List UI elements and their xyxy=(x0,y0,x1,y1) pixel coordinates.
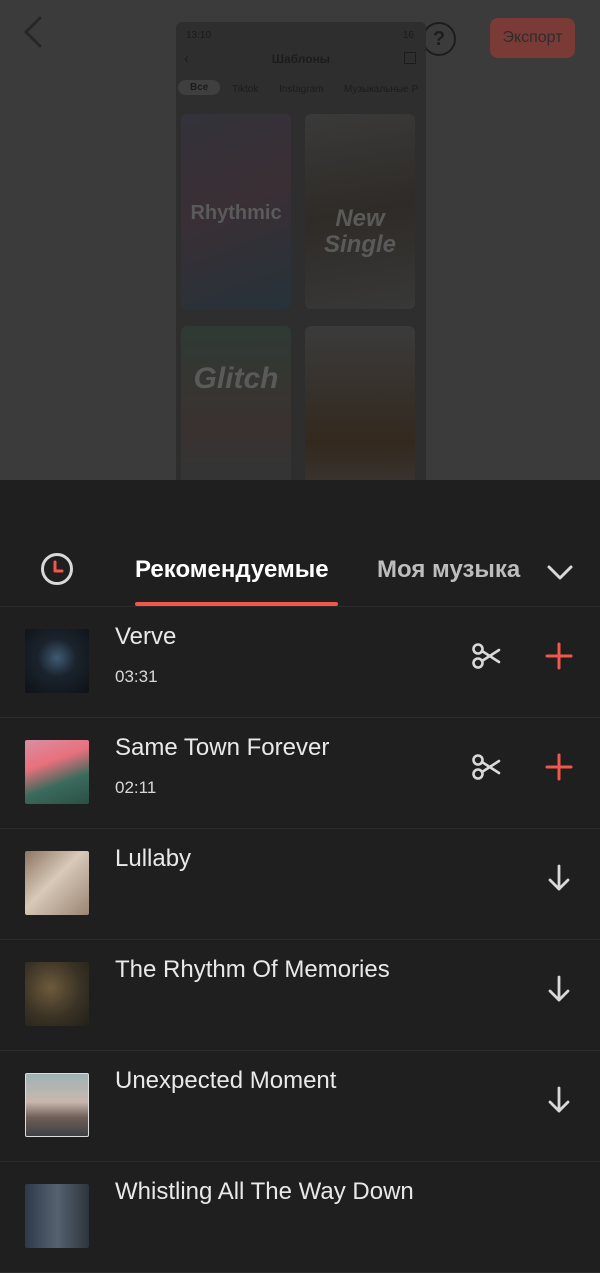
track-row[interactable]: Same Town Forever 02:11 xyxy=(0,718,600,829)
plus-icon xyxy=(545,753,573,781)
track-duration: 03:31 xyxy=(115,667,158,686)
tab-recommended[interactable]: Рекомендуемые xyxy=(135,556,329,584)
preview-title: Шаблоны xyxy=(271,52,331,66)
download-arrow-icon xyxy=(548,864,570,891)
scissors-icon xyxy=(472,754,501,780)
preview-tab-music: Музыкальные Р xyxy=(344,84,419,95)
trim-button[interactable] xyxy=(470,640,502,672)
track-title: Whistling All The Way Down xyxy=(115,1178,414,1205)
preview-tab-tiktok: Tiktok xyxy=(232,84,259,95)
track-title: Unexpected Moment xyxy=(115,1067,337,1094)
template-label: Glitch xyxy=(193,362,279,395)
status-time: 13:10 xyxy=(186,30,212,41)
download-button[interactable] xyxy=(544,862,574,894)
dimmed-editor-background[interactable]: ? Экспорт 13:10 16 ‹ Шаблоны Все Tiktok … xyxy=(0,0,600,480)
preview-tab-instagram: Instagram xyxy=(279,84,324,95)
music-tabs: Рекомендуемые Моя музыка xyxy=(0,540,600,607)
active-tab-indicator xyxy=(135,602,338,606)
chevron-left-icon xyxy=(24,16,42,48)
add-track-button[interactable] xyxy=(543,751,575,783)
track-title: Same Town Forever xyxy=(115,734,330,761)
export-button[interactable]: Экспорт xyxy=(490,18,575,58)
track-list[interactable]: Verve 03:31 Same Town Forever 02:11 Lull… xyxy=(0,607,600,1273)
album-cover xyxy=(25,629,89,693)
collapse-button[interactable] xyxy=(546,558,574,586)
template-label: Rhythmic xyxy=(190,202,282,224)
download-button[interactable] xyxy=(544,973,574,1005)
preview-tab-all: Все xyxy=(178,80,221,95)
track-title: Lullaby xyxy=(115,845,192,872)
download-arrow-icon xyxy=(548,1086,570,1113)
track-row[interactable]: Whistling All The Way Down xyxy=(0,1162,600,1273)
tab-my-music[interactable]: Моя музыка xyxy=(377,556,520,584)
download-arrow-icon xyxy=(548,975,570,1002)
status-battery: 16 xyxy=(402,30,414,41)
back-button[interactable] xyxy=(18,14,54,50)
track-title: Verve xyxy=(115,623,177,650)
music-bottom-sheet: Рекомендуемые Моя музыка Verve 03:31 Sam… xyxy=(0,480,600,1273)
clock-icon xyxy=(41,553,73,585)
template-label: New Single xyxy=(323,205,396,258)
scissors-icon xyxy=(472,643,501,669)
track-row[interactable]: Lullaby xyxy=(0,829,600,940)
folder-icon xyxy=(404,52,416,64)
track-row[interactable]: The Rhythm Of Memories xyxy=(0,940,600,1051)
track-row[interactable]: Unexpected Moment xyxy=(0,1051,600,1162)
album-cover xyxy=(25,1184,89,1248)
template-tile: Rhythmic xyxy=(181,114,291,309)
template-tile: Glitch xyxy=(181,326,291,480)
album-cover xyxy=(25,851,89,915)
preview-tabs: Все Tiktok Instagram Музыкальные Р xyxy=(176,80,426,102)
status-bar: 13:10 16 xyxy=(186,30,416,44)
album-cover xyxy=(25,740,89,804)
track-row[interactable]: Verve 03:31 xyxy=(0,607,600,718)
add-track-button[interactable] xyxy=(543,640,575,672)
chevron-down-icon xyxy=(547,565,573,580)
album-cover xyxy=(25,1073,89,1137)
trim-button[interactable] xyxy=(470,751,502,783)
download-button[interactable] xyxy=(544,1084,574,1116)
recent-tab[interactable] xyxy=(40,552,74,586)
track-title: The Rhythm Of Memories xyxy=(115,956,390,983)
template-tile: New Single xyxy=(305,114,415,309)
album-cover xyxy=(25,962,89,1026)
plus-icon xyxy=(545,642,573,670)
track-duration: 02:11 xyxy=(115,778,157,797)
template-tile xyxy=(305,326,415,480)
help-button[interactable]: ? xyxy=(422,22,456,56)
template-preview: 13:10 16 ‹ Шаблоны Все Tiktok Instagram … xyxy=(176,22,426,480)
